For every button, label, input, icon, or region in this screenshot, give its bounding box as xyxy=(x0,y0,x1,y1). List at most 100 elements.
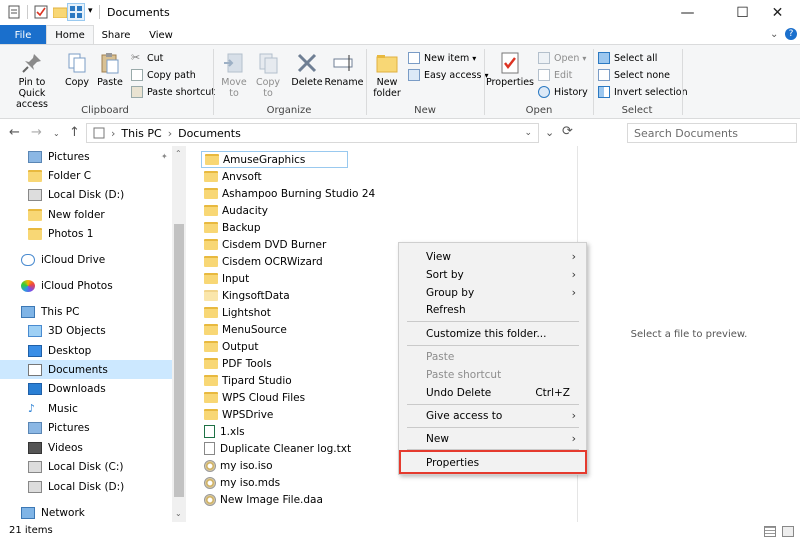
nav-item-3d-objects[interactable]: 3D Objects xyxy=(0,321,172,340)
nav-item-icloud-photos[interactable]: iCloud Photos xyxy=(0,276,172,295)
properties-qa-icon[interactable] xyxy=(6,4,22,20)
menu-item-give-access[interactable]: Give access to › xyxy=(399,406,586,425)
copy-to-button[interactable]: Copy to xyxy=(253,51,283,99)
nav-item-local-disk-d[interactable]: Local Disk (D:) xyxy=(0,477,172,496)
file-item-ashampoo[interactable]: Ashampoo Burning Studio 24 xyxy=(201,185,375,202)
close-button[interactable]: ✕ xyxy=(755,0,800,25)
file-item-txt[interactable]: Duplicate Cleaner log.txt xyxy=(201,440,351,457)
file-item-lightshot[interactable]: Lightshot xyxy=(201,304,271,321)
file-item-cisdem-ocr[interactable]: Cisdem OCRWizard xyxy=(201,253,323,270)
select-all-button[interactable]: Select all xyxy=(598,50,657,66)
copy-button[interactable]: Copy xyxy=(63,51,91,88)
nav-item-local-disk-d-quick[interactable]: Local Disk (D:) xyxy=(0,185,172,204)
history-button[interactable]: History xyxy=(538,84,588,100)
nav-scrollbar-thumb[interactable] xyxy=(174,224,184,497)
nav-item-network[interactable]: Network xyxy=(0,503,172,522)
tab-file[interactable]: File xyxy=(0,25,46,45)
search-input[interactable]: Search Documents xyxy=(627,123,797,143)
file-item-anvsoft[interactable]: Anvsoft xyxy=(201,168,262,185)
invert-selection-button[interactable]: Invert selection xyxy=(598,84,688,100)
tab-share[interactable]: Share xyxy=(94,25,138,45)
menu-item-undo-delete[interactable]: Undo Delete Ctrl+Z xyxy=(399,383,586,402)
file-item-iso[interactable]: my iso.iso xyxy=(201,457,273,474)
forward-arrow-icon[interactable]: → xyxy=(31,125,42,140)
checklist-qa-icon[interactable] xyxy=(33,4,49,20)
nav-item-pictures-quick[interactable]: Pictures ✦ xyxy=(0,147,172,166)
address-dropdown-icon[interactable]: ⌄ xyxy=(524,128,532,138)
refresh-icon[interactable]: ⟳ xyxy=(562,124,573,139)
up-arrow-icon[interactable]: ↑ xyxy=(69,125,80,140)
tab-home[interactable]: Home xyxy=(46,25,94,45)
nav-item-folder-c[interactable]: Folder C xyxy=(0,166,172,185)
menu-item-new[interactable]: New › xyxy=(399,429,586,448)
large-icons-view-icon[interactable] xyxy=(782,526,794,537)
edit-button[interactable]: Edit xyxy=(538,67,572,83)
address-dropdown-button[interactable]: ⌄ xyxy=(545,126,554,139)
file-item-tipard[interactable]: Tipard Studio xyxy=(201,372,292,389)
file-item-mds[interactable]: my iso.mds xyxy=(201,474,280,491)
file-item-backup[interactable]: Backup xyxy=(201,219,261,236)
move-to-button[interactable]: Move to xyxy=(219,51,249,99)
file-item-audacity[interactable]: Audacity xyxy=(201,202,268,219)
file-item-daa[interactable]: New Image File.daa xyxy=(201,491,323,508)
menu-item-paste[interactable]: Paste xyxy=(399,347,586,366)
paste-shortcut-button[interactable]: Paste shortcut xyxy=(131,84,215,100)
nav-item-photos-1[interactable]: Photos 1 xyxy=(0,224,172,243)
nav-item-desktop[interactable]: Desktop xyxy=(0,341,172,360)
menu-item-sort-by[interactable]: Sort by › xyxy=(399,265,586,284)
help-icon[interactable]: ? xyxy=(785,28,797,40)
file-item-menusource[interactable]: MenuSource xyxy=(201,321,287,338)
nav-item-this-pc[interactable]: This PC xyxy=(0,302,172,321)
ribbon-collapse-icon[interactable]: ⌄ xyxy=(770,29,778,40)
file-item-amusegraphics[interactable]: AmuseGraphics xyxy=(201,151,348,168)
file-item-wpsdrive[interactable]: WPSDrive xyxy=(201,406,273,423)
nav-item-new-folder[interactable]: New folder xyxy=(0,205,172,224)
cut-button[interactable]: ✂ Cut xyxy=(131,50,163,66)
details-view-icon[interactable] xyxy=(764,526,776,537)
menu-item-customize[interactable]: Customize this folder... xyxy=(399,324,586,343)
desktop-icon xyxy=(28,344,42,357)
tab-view[interactable]: View xyxy=(138,25,184,45)
nav-item-videos[interactable]: Videos xyxy=(0,438,172,457)
back-arrow-icon[interactable]: ← xyxy=(9,125,20,140)
paste-button[interactable]: Paste xyxy=(96,51,124,88)
copy-path-button[interactable]: Copy path xyxy=(131,67,196,83)
pin-icon[interactable]: ✦ xyxy=(161,152,168,161)
select-none-button[interactable]: Select none xyxy=(598,67,670,83)
nav-item-icloud-drive[interactable]: iCloud Drive xyxy=(0,250,172,269)
address-field[interactable]: › This PC › Documents ⌄ xyxy=(86,123,539,143)
file-item-input[interactable]: Input xyxy=(201,270,249,287)
minimize-button[interactable]: — xyxy=(665,0,710,25)
qa-dropdown-icon[interactable]: ▾ xyxy=(88,6,93,16)
pin-to-quick-access-button[interactable]: Pin to Quick access xyxy=(4,51,60,110)
recent-chevron-icon[interactable]: ⌄ xyxy=(53,129,60,138)
scroll-down-icon[interactable]: ⌄ xyxy=(175,509,182,518)
properties-ribbon-button[interactable]: Properties xyxy=(486,51,534,88)
new-item-button[interactable]: New item ▾ xyxy=(408,50,476,66)
menu-item-paste-shortcut[interactable]: Paste shortcut xyxy=(399,365,586,384)
nav-item-music[interactable]: ♪ Music xyxy=(0,399,172,418)
open-button[interactable]: Open ▾ xyxy=(538,50,586,66)
delete-button[interactable]: Delete xyxy=(290,51,324,88)
nav-item-pictures[interactable]: Pictures xyxy=(0,418,172,437)
folder-icon xyxy=(204,307,218,318)
file-item-cisdem-dvd[interactable]: Cisdem DVD Burner xyxy=(201,236,326,253)
file-item-xls[interactable]: 1.xls xyxy=(201,423,245,440)
menu-item-refresh[interactable]: Refresh xyxy=(399,300,586,319)
file-item-wps-cloud[interactable]: WPS Cloud Files xyxy=(201,389,305,406)
menu-item-view[interactable]: View › xyxy=(399,247,586,266)
folder-qa-icon[interactable] xyxy=(52,4,68,20)
breadcrumb-this-pc[interactable]: This PC xyxy=(121,127,161,140)
breadcrumb-documents[interactable]: Documents xyxy=(178,127,241,140)
easy-access-button[interactable]: Easy access ▾ xyxy=(408,67,488,83)
rename-button[interactable]: Rename xyxy=(325,51,363,88)
file-item-kingsoftdata[interactable]: KingsoftData xyxy=(201,287,290,304)
nav-item-local-disk-c[interactable]: Local Disk (C:) xyxy=(0,457,172,476)
file-item-pdf-tools[interactable]: PDF Tools xyxy=(201,355,272,372)
new-folder-button[interactable]: New folder xyxy=(371,51,403,99)
view-qa-icon[interactable] xyxy=(67,3,85,21)
scroll-up-icon[interactable]: ⌃ xyxy=(175,149,182,158)
file-item-output[interactable]: Output xyxy=(201,338,258,355)
nav-item-downloads[interactable]: Downloads xyxy=(0,379,172,398)
nav-item-documents[interactable]: Documents xyxy=(0,360,172,379)
